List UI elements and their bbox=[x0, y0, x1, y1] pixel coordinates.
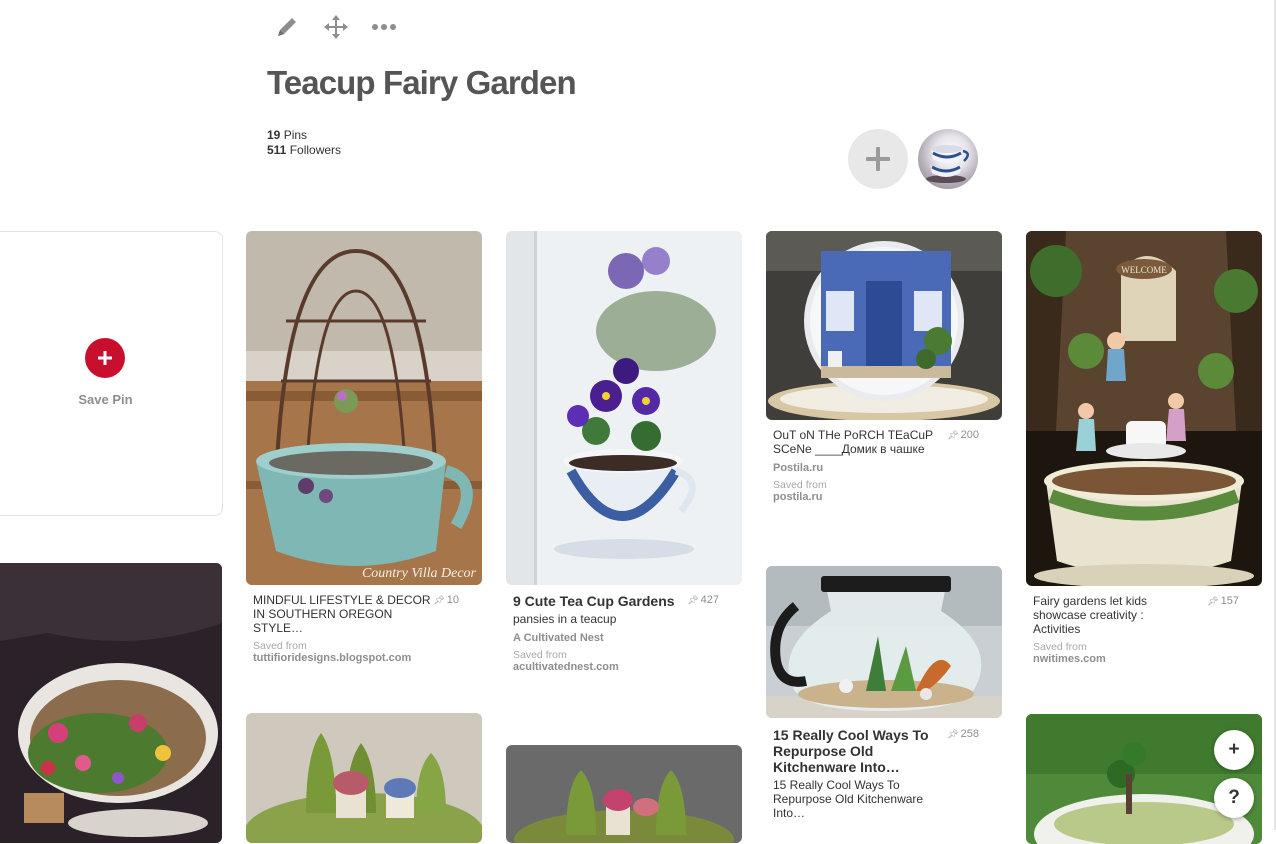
pin-title[interactable]: 15 Really Cool Ways To Repurpose Old Kit… bbox=[773, 727, 953, 775]
pin-icon: 📌︎ bbox=[687, 594, 699, 605]
followers-count-link[interactable]: 511 Followers bbox=[267, 143, 341, 158]
save-count-value: 258 bbox=[960, 728, 979, 740]
teacup-garden-image bbox=[0, 563, 222, 843]
pin-meta-3: OuT oN THe PoRCH TEaCuP SCeNe ____Домик … bbox=[773, 428, 995, 503]
pin-icon: 📌︎ bbox=[947, 728, 959, 739]
save-count-value: 10 bbox=[446, 594, 459, 606]
help-icon: ? bbox=[1228, 787, 1240, 808]
pin-meta-2: 9 Cute Tea Cup Gardens 📌︎ 427 pansies in … bbox=[513, 593, 735, 673]
more-dots-icon bbox=[372, 24, 396, 30]
pin-title[interactable]: MINDFUL LIFESTYLE & DECOR IN SOUTHERN OR… bbox=[253, 593, 433, 635]
help-button[interactable]: ? bbox=[1214, 778, 1254, 818]
watermark-text: Country Villa Decor bbox=[362, 566, 477, 581]
pin-icon: 📌︎ bbox=[947, 429, 959, 440]
plus-icon: + bbox=[1228, 739, 1240, 760]
felt-village-image bbox=[506, 745, 742, 843]
welcome-sign-text: WELCOME bbox=[1121, 265, 1167, 275]
pin-image-fairy-house-teacup[interactable]: WELCOME bbox=[1026, 231, 1262, 586]
add-button[interactable]: + bbox=[1214, 730, 1254, 770]
saved-from-label: Saved from bbox=[773, 479, 827, 491]
pin-meta-1: MINDFUL LIFESTYLE & DECOR IN SOUTHERN OR… bbox=[253, 593, 475, 664]
pins-count-link[interactable]: 19 Pins bbox=[267, 128, 341, 143]
save-pin-card[interactable]: Save Pin bbox=[0, 231, 223, 516]
felt-village-image bbox=[246, 713, 482, 843]
pin-title[interactable]: 9 Cute Tea Cup Gardens bbox=[513, 593, 693, 609]
pin-meta-5: 15 Really Cool Ways To Repurpose Old Kit… bbox=[773, 727, 995, 820]
pin-meta-4: Fairy gardens let kids showcase creativi… bbox=[1033, 594, 1255, 665]
pin-image-felt-village-2[interactable] bbox=[506, 745, 742, 843]
pin-image-porch-teacup[interactable] bbox=[766, 231, 1002, 420]
pins-count: 19 bbox=[267, 128, 281, 142]
board-title: Teacup Fairy Garden bbox=[267, 64, 577, 101]
source-domain[interactable]: tuttifioridesigns.blogspot.com bbox=[253, 652, 475, 664]
plus-icon bbox=[866, 147, 890, 171]
save-count: 📌︎ 157 bbox=[1207, 595, 1239, 607]
pin-icon: 📌︎ bbox=[1207, 595, 1219, 606]
source-domain[interactable]: acultivatednest.com bbox=[513, 661, 735, 673]
pin-image-coffee-pot-terrarium[interactable] bbox=[766, 566, 1002, 718]
add-collaborator-button[interactable] bbox=[848, 129, 908, 189]
save-count: 📌︎ 258 bbox=[947, 728, 979, 740]
pin-image-left-teacup[interactable] bbox=[0, 563, 222, 843]
fairy-house-teacup-image: WELCOME bbox=[1026, 231, 1262, 586]
plus-icon bbox=[98, 351, 112, 365]
pin-description: pansies in a teacup bbox=[513, 612, 617, 626]
move-board-button[interactable] bbox=[319, 10, 353, 44]
save-pin-plus-icon bbox=[85, 338, 125, 378]
teacup-avatar-image bbox=[926, 145, 969, 183]
followers-label: Followers bbox=[289, 143, 342, 157]
wire-arch-teacup-image: Country Villa Decor bbox=[246, 231, 482, 585]
followers-count: 511 bbox=[267, 143, 287, 157]
pansies-teacup-image bbox=[506, 231, 742, 585]
edit-board-button[interactable] bbox=[270, 10, 304, 44]
saved-from-label: Saved from bbox=[1033, 641, 1087, 653]
source-domain[interactable]: nwitimes.com bbox=[1033, 653, 1255, 665]
save-count-value: 157 bbox=[1220, 595, 1239, 607]
source-domain[interactable]: postila.ru bbox=[773, 491, 995, 503]
owner-avatar[interactable] bbox=[918, 129, 978, 189]
save-pin-label: Save Pin bbox=[78, 392, 133, 407]
pin-description: 15 Really Cool Ways To Repurpose Old Kit… bbox=[773, 778, 924, 820]
save-count: 📌︎ 427 bbox=[687, 594, 719, 606]
pin-image-pansies-teacup[interactable] bbox=[506, 231, 742, 585]
pin-title[interactable]: Fairy gardens let kids showcase creativi… bbox=[1033, 594, 1193, 636]
pins-label: Pins bbox=[283, 128, 308, 142]
save-count-value: 427 bbox=[700, 594, 719, 606]
saved-from-label: Saved from bbox=[253, 640, 307, 652]
board-stats: 19 Pins 511 Followers bbox=[267, 128, 341, 158]
move-arrows-icon bbox=[324, 15, 348, 39]
pin-source[interactable]: A Cultivated Nest bbox=[513, 632, 735, 644]
pencil-icon bbox=[278, 18, 296, 36]
porch-teacup-image bbox=[766, 231, 1002, 420]
more-options-button[interactable] bbox=[367, 10, 401, 44]
pin-image-felt-village-1[interactable] bbox=[246, 713, 482, 843]
save-count-value: 200 bbox=[960, 429, 979, 441]
coffee-pot-terrarium-image bbox=[766, 566, 1002, 718]
save-count: 📌︎ 200 bbox=[947, 429, 979, 441]
saved-from-label: Saved from bbox=[513, 649, 567, 661]
pin-source[interactable]: Postila.ru bbox=[773, 462, 995, 474]
save-count: 📌︎ 10 bbox=[433, 594, 459, 606]
pin-image-wire-arch-teacup[interactable]: Country Villa Decor bbox=[246, 231, 482, 585]
pin-icon: 📌︎ bbox=[433, 594, 445, 605]
pin-title[interactable]: OuT oN THe PoRCH TEaCuP SCeNe ____Домик … bbox=[773, 428, 953, 456]
